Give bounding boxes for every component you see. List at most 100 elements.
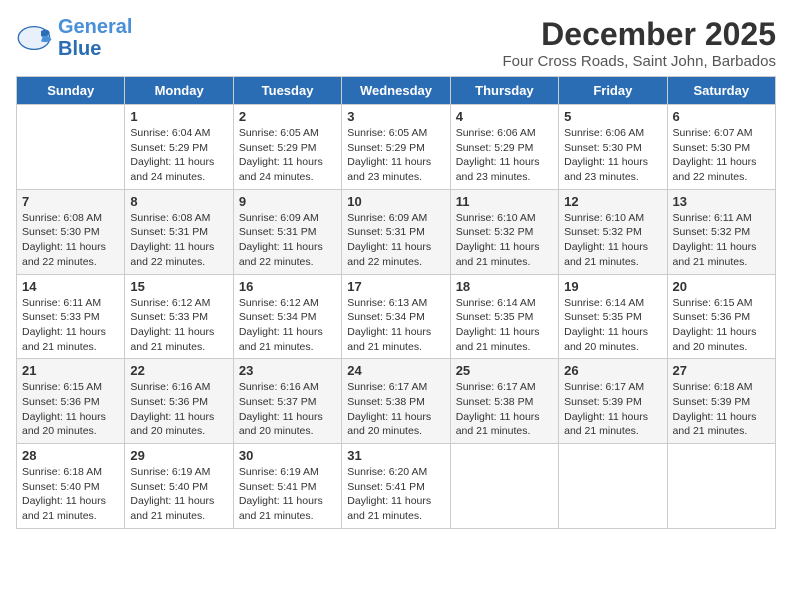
sunset-text: Sunset: 5:36 PM [130, 396, 208, 408]
calendar-day-cell [559, 444, 667, 529]
sunset-text: Sunset: 5:41 PM [239, 481, 317, 493]
day-info: Sunrise: 6:08 AM Sunset: 5:31 PM Dayligh… [130, 211, 227, 270]
day-number: 31 [347, 448, 444, 463]
sunset-text: Sunset: 5:37 PM [239, 396, 317, 408]
calendar-day-cell: 14 Sunrise: 6:11 AM Sunset: 5:33 PM Dayl… [17, 274, 125, 359]
sunrise-text: Sunrise: 6:11 AM [22, 297, 101, 309]
day-number: 3 [347, 109, 444, 124]
sunset-text: Sunset: 5:34 PM [239, 311, 317, 323]
day-info: Sunrise: 6:11 AM Sunset: 5:32 PM Dayligh… [673, 211, 770, 270]
day-info: Sunrise: 6:07 AM Sunset: 5:30 PM Dayligh… [673, 126, 770, 185]
calendar-week-row: 21 Sunrise: 6:15 AM Sunset: 5:36 PM Dayl… [17, 359, 776, 444]
sunrise-text: Sunrise: 6:15 AM [673, 297, 753, 309]
day-number: 22 [130, 363, 227, 378]
day-info: Sunrise: 6:10 AM Sunset: 5:32 PM Dayligh… [564, 211, 661, 270]
calendar-day-cell: 26 Sunrise: 6:17 AM Sunset: 5:39 PM Dayl… [559, 359, 667, 444]
day-number: 11 [456, 194, 553, 209]
day-number: 7 [22, 194, 119, 209]
sunset-text: Sunset: 5:32 PM [456, 226, 534, 238]
daylight-text: Daylight: 11 hours and 21 minutes. [673, 241, 757, 268]
sunrise-text: Sunrise: 6:12 AM [239, 297, 319, 309]
sunset-text: Sunset: 5:39 PM [564, 396, 642, 408]
calendar-day-cell [450, 444, 558, 529]
day-number: 15 [130, 279, 227, 294]
calendar-day-cell: 21 Sunrise: 6:15 AM Sunset: 5:36 PM Dayl… [17, 359, 125, 444]
day-info: Sunrise: 6:09 AM Sunset: 5:31 PM Dayligh… [239, 211, 336, 270]
sunrise-text: Sunrise: 6:16 AM [130, 381, 210, 393]
daylight-text: Daylight: 11 hours and 22 minutes. [673, 156, 757, 183]
calendar-week-row: 1 Sunrise: 6:04 AM Sunset: 5:29 PM Dayli… [17, 105, 776, 190]
calendar-table: SundayMondayTuesdayWednesdayThursdayFrid… [16, 76, 776, 529]
day-number: 10 [347, 194, 444, 209]
daylight-text: Daylight: 11 hours and 21 minutes. [239, 495, 323, 522]
daylight-text: Daylight: 11 hours and 21 minutes. [347, 495, 431, 522]
day-number: 4 [456, 109, 553, 124]
day-number: 20 [673, 279, 770, 294]
day-of-week-header: Wednesday [342, 77, 450, 105]
day-info: Sunrise: 6:17 AM Sunset: 5:39 PM Dayligh… [564, 380, 661, 439]
sunrise-text: Sunrise: 6:06 AM [456, 127, 536, 139]
day-number: 5 [564, 109, 661, 124]
sunrise-text: Sunrise: 6:07 AM [673, 127, 753, 139]
daylight-text: Daylight: 11 hours and 21 minutes. [22, 326, 106, 353]
day-info: Sunrise: 6:18 AM Sunset: 5:40 PM Dayligh… [22, 465, 119, 524]
page-header: General Blue December 2025 Four Cross Ro… [16, 16, 776, 70]
calendar-day-cell: 20 Sunrise: 6:15 AM Sunset: 5:36 PM Dayl… [667, 274, 775, 359]
logo-icon [16, 24, 52, 52]
daylight-text: Daylight: 11 hours and 22 minutes. [130, 241, 214, 268]
day-info: Sunrise: 6:15 AM Sunset: 5:36 PM Dayligh… [22, 380, 119, 439]
sunrise-text: Sunrise: 6:17 AM [564, 381, 644, 393]
title-area: December 2025 Four Cross Roads, Saint Jo… [503, 16, 776, 70]
day-info: Sunrise: 6:13 AM Sunset: 5:34 PM Dayligh… [347, 296, 444, 355]
calendar-day-cell: 27 Sunrise: 6:18 AM Sunset: 5:39 PM Dayl… [667, 359, 775, 444]
daylight-text: Daylight: 11 hours and 24 minutes. [239, 156, 323, 183]
calendar-day-cell: 17 Sunrise: 6:13 AM Sunset: 5:34 PM Dayl… [342, 274, 450, 359]
daylight-text: Daylight: 11 hours and 23 minutes. [564, 156, 648, 183]
calendar-day-cell: 11 Sunrise: 6:10 AM Sunset: 5:32 PM Dayl… [450, 189, 558, 274]
day-number: 29 [130, 448, 227, 463]
calendar-day-cell: 12 Sunrise: 6:10 AM Sunset: 5:32 PM Dayl… [559, 189, 667, 274]
calendar-day-cell: 6 Sunrise: 6:07 AM Sunset: 5:30 PM Dayli… [667, 105, 775, 190]
day-info: Sunrise: 6:08 AM Sunset: 5:30 PM Dayligh… [22, 211, 119, 270]
daylight-text: Daylight: 11 hours and 23 minutes. [456, 156, 540, 183]
day-info: Sunrise: 6:19 AM Sunset: 5:40 PM Dayligh… [130, 465, 227, 524]
day-number: 21 [22, 363, 119, 378]
sunset-text: Sunset: 5:29 PM [239, 142, 317, 154]
day-info: Sunrise: 6:17 AM Sunset: 5:38 PM Dayligh… [347, 380, 444, 439]
sunset-text: Sunset: 5:39 PM [673, 396, 751, 408]
sunrise-text: Sunrise: 6:14 AM [456, 297, 536, 309]
daylight-text: Daylight: 11 hours and 22 minutes. [239, 241, 323, 268]
sunrise-text: Sunrise: 6:09 AM [347, 212, 427, 224]
day-info: Sunrise: 6:18 AM Sunset: 5:39 PM Dayligh… [673, 380, 770, 439]
daylight-text: Daylight: 11 hours and 21 minutes. [130, 326, 214, 353]
calendar-day-cell: 10 Sunrise: 6:09 AM Sunset: 5:31 PM Dayl… [342, 189, 450, 274]
sunset-text: Sunset: 5:30 PM [564, 142, 642, 154]
daylight-text: Daylight: 11 hours and 21 minutes. [673, 411, 757, 438]
month-title: December 2025 [503, 16, 776, 53]
day-number: 14 [22, 279, 119, 294]
day-number: 27 [673, 363, 770, 378]
sunrise-text: Sunrise: 6:18 AM [22, 466, 102, 478]
day-info: Sunrise: 6:04 AM Sunset: 5:29 PM Dayligh… [130, 126, 227, 185]
daylight-text: Daylight: 11 hours and 20 minutes. [130, 411, 214, 438]
sunset-text: Sunset: 5:31 PM [347, 226, 425, 238]
calendar-day-cell: 13 Sunrise: 6:11 AM Sunset: 5:32 PM Dayl… [667, 189, 775, 274]
calendar-day-cell: 23 Sunrise: 6:16 AM Sunset: 5:37 PM Dayl… [233, 359, 341, 444]
day-number: 26 [564, 363, 661, 378]
day-info: Sunrise: 6:12 AM Sunset: 5:33 PM Dayligh… [130, 296, 227, 355]
sunset-text: Sunset: 5:38 PM [456, 396, 534, 408]
location-subtitle: Four Cross Roads, Saint John, Barbados [503, 53, 776, 70]
calendar-day-cell: 28 Sunrise: 6:18 AM Sunset: 5:40 PM Dayl… [17, 444, 125, 529]
sunset-text: Sunset: 5:29 PM [456, 142, 534, 154]
sunset-text: Sunset: 5:34 PM [347, 311, 425, 323]
day-of-week-header: Sunday [17, 77, 125, 105]
day-info: Sunrise: 6:14 AM Sunset: 5:35 PM Dayligh… [456, 296, 553, 355]
sunset-text: Sunset: 5:30 PM [22, 226, 100, 238]
sunrise-text: Sunrise: 6:12 AM [130, 297, 210, 309]
day-of-week-header: Thursday [450, 77, 558, 105]
calendar-day-cell: 31 Sunrise: 6:20 AM Sunset: 5:41 PM Dayl… [342, 444, 450, 529]
calendar-week-row: 14 Sunrise: 6:11 AM Sunset: 5:33 PM Dayl… [17, 274, 776, 359]
calendar-day-cell: 1 Sunrise: 6:04 AM Sunset: 5:29 PM Dayli… [125, 105, 233, 190]
day-number: 2 [239, 109, 336, 124]
sunrise-text: Sunrise: 6:16 AM [239, 381, 319, 393]
